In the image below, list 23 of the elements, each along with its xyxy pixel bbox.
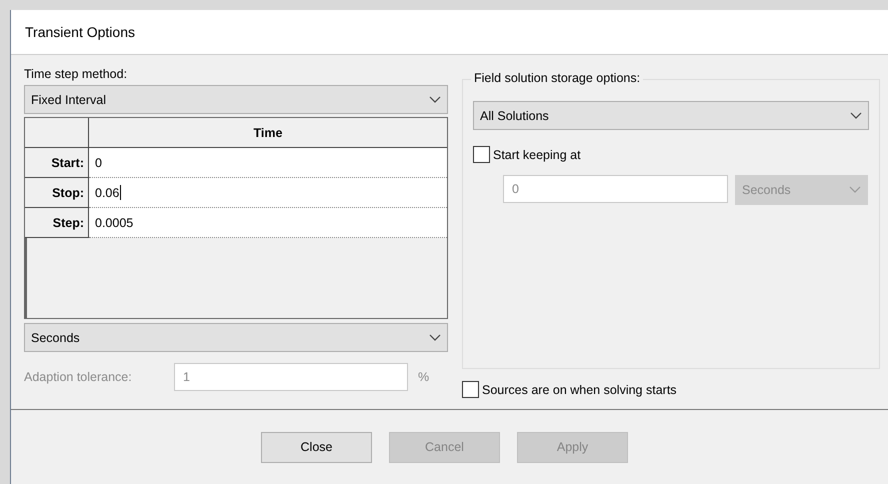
field-label: Time step method:: [24, 67, 128, 83]
group-label: Field solution storage options:: [471, 71, 644, 85]
dialog-button[interactable]: Close: [261, 432, 372, 462]
checkbox[interactable]: [462, 381, 479, 398]
checkbox-label: Start keeping at: [493, 148, 581, 162]
chevron-icon: [429, 334, 441, 342]
table-cell[interactable]: 0.0005: [89, 208, 447, 238]
chevron-icon: [850, 112, 862, 120]
chevron-icon: [429, 96, 441, 104]
checkbox-label: Sources are on when solving starts: [482, 382, 677, 396]
dropdown[interactable]: Fixed Interval: [24, 85, 448, 114]
unit-label: %: [418, 370, 430, 384]
field-label: Adaption tolerance:: [24, 370, 133, 384]
row-header: Step:: [25, 208, 89, 238]
text-cursor: [120, 185, 122, 200]
dropdown[interactable]: Seconds: [24, 323, 448, 352]
table-cell[interactable]: 0: [89, 148, 447, 178]
table-cell[interactable]: 0.06: [89, 178, 447, 208]
dropdown[interactable]: All Solutions: [473, 101, 869, 130]
row-header: Start:: [25, 148, 89, 178]
chevron-icon: [849, 186, 861, 194]
window-title: Transient Options: [25, 24, 135, 40]
row-header: Stop:: [25, 178, 89, 208]
